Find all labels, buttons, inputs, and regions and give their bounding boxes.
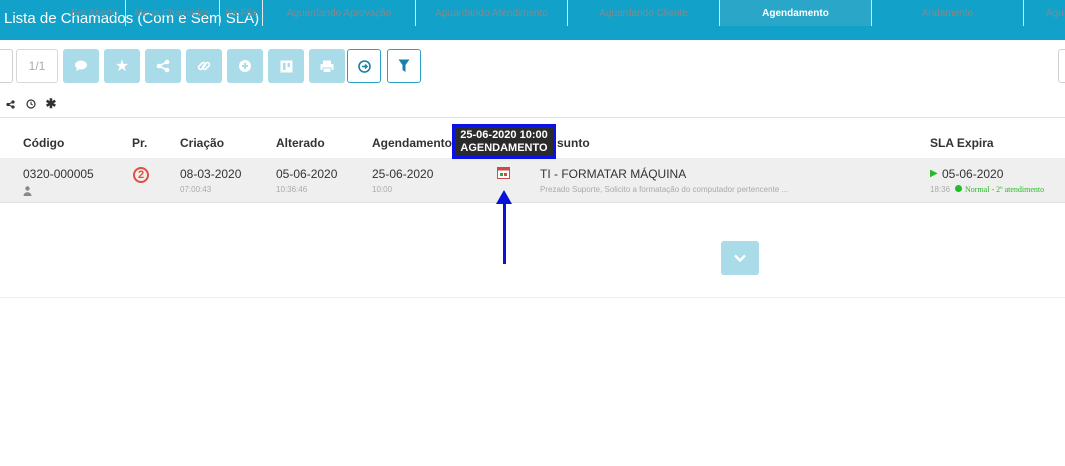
favorite-button[interactable]: ★ — [104, 49, 140, 83]
status-dot-icon — [955, 185, 962, 192]
board-button[interactable] — [268, 49, 304, 83]
board-icon — [280, 60, 292, 72]
created-time: 07:00:43 — [180, 185, 212, 194]
load-more-button[interactable] — [721, 241, 759, 275]
header-alterado[interactable]: Alterado — [276, 136, 325, 150]
tooltip-label: AGENDAMENTO — [460, 142, 548, 154]
table-row[interactable] — [0, 158, 1065, 203]
tab-andamento[interactable]: Andamento — [872, 0, 1024, 26]
tab-em-aberto[interactable]: Em Aberto — [64, 0, 126, 26]
annotation-arrow-line — [503, 200, 506, 264]
tab-label: Andamento — [921, 7, 974, 19]
tab-label: Meus Chamados — [134, 7, 211, 19]
header-priority[interactable]: Pr. — [132, 136, 147, 150]
tab-aguardando-cliente[interactable]: Aguardando Cliente — [568, 0, 720, 26]
schedule-date: 25-06-2020 — [372, 167, 434, 181]
updated-time: 10:36:46 — [276, 185, 308, 194]
play-icon: ▶ — [930, 168, 938, 179]
tab-label: Aguardando Cliente — [599, 7, 688, 19]
share-button[interactable] — [145, 49, 181, 83]
tab-label: Na Fila — [225, 7, 257, 19]
tab-aguardando-aprovacao[interactable]: Aguardando Aprovação — [263, 0, 416, 26]
priority-badge: 2 — [133, 167, 149, 183]
tab-label: Aguardando Aprovação — [286, 7, 392, 19]
user-icon — [23, 183, 32, 201]
prev-page-button[interactable] — [0, 49, 13, 83]
tab-label: Agendamento — [762, 7, 829, 19]
header-agendamento[interactable]: Agendamento — [372, 136, 452, 150]
link-button[interactable] — [186, 49, 222, 83]
plus-circle-icon — [239, 60, 251, 72]
schedule-tooltip: 25-06-2020 10:00 AGENDAMENTO — [452, 124, 556, 159]
filter-button[interactable] — [387, 49, 421, 83]
print-button[interactable] — [309, 49, 345, 83]
subject-description: Prezado Suporte, Solicito a formatação d… — [540, 185, 789, 194]
schedule-time: 10:00 — [372, 185, 393, 194]
updated-date: 05-06-2020 — [276, 167, 338, 181]
comment-button[interactable] — [63, 49, 99, 83]
tab-aguardando-overflow[interactable]: Agu — [1024, 0, 1065, 26]
forward-button[interactable] — [347, 49, 381, 83]
tab-meus-chamados[interactable]: Meus Chamados — [126, 0, 220, 26]
comment-icon — [75, 60, 87, 71]
status-tabs — [0, 91, 1065, 118]
filter-icon — [398, 59, 410, 72]
star-icon: ★ — [114, 58, 130, 75]
header-codigo[interactable]: Código — [23, 136, 64, 150]
share-icon[interactable] — [4, 91, 16, 117]
arrow-circle-icon — [357, 59, 371, 73]
header-sla-expira[interactable]: SLA Expira — [930, 136, 994, 150]
sla-date: 05-06-2020 — [942, 167, 1004, 181]
tab-label: Aguardando Atendimento — [435, 7, 548, 19]
options-button[interactable] — [1058, 49, 1065, 83]
tooltip-datetime: 25-06-2020 10:00 — [460, 129, 548, 141]
tab-agendamento[interactable]: Agendamento — [720, 0, 872, 26]
sla-status: Normal - 2º atendimento — [965, 185, 1045, 194]
link-icon — [197, 61, 211, 71]
add-button[interactable] — [227, 49, 263, 83]
share-icon — [156, 59, 170, 73]
print-icon — [320, 60, 334, 73]
tab-label: Em Aberto — [71, 7, 118, 19]
ticket-code[interactable]: 0320-000005 — [23, 167, 94, 181]
tab-na-fila[interactable]: Na Fila — [220, 0, 263, 26]
chevron-down-icon — [734, 254, 746, 262]
tab-aguardando-atendimento[interactable]: Aguardando Atendimento — [416, 0, 568, 26]
subject-title[interactable]: TI - FORMATAR MÁQUINA — [540, 167, 686, 181]
calendar-icon[interactable] — [497, 166, 510, 184]
created-date: 08-03-2020 — [180, 167, 242, 181]
header-criacao[interactable]: Criação — [180, 136, 224, 150]
asterisk-icon[interactable]: ✱ — [44, 91, 58, 117]
tab-label: Agu — [1046, 7, 1064, 19]
sla-time: 18:36 — [930, 185, 951, 194]
clock-icon[interactable] — [24, 91, 38, 117]
page-indicator: 1/1 — [16, 49, 58, 83]
divider — [0, 297, 1065, 298]
header-assunto[interactable]: sunto — [557, 136, 590, 150]
